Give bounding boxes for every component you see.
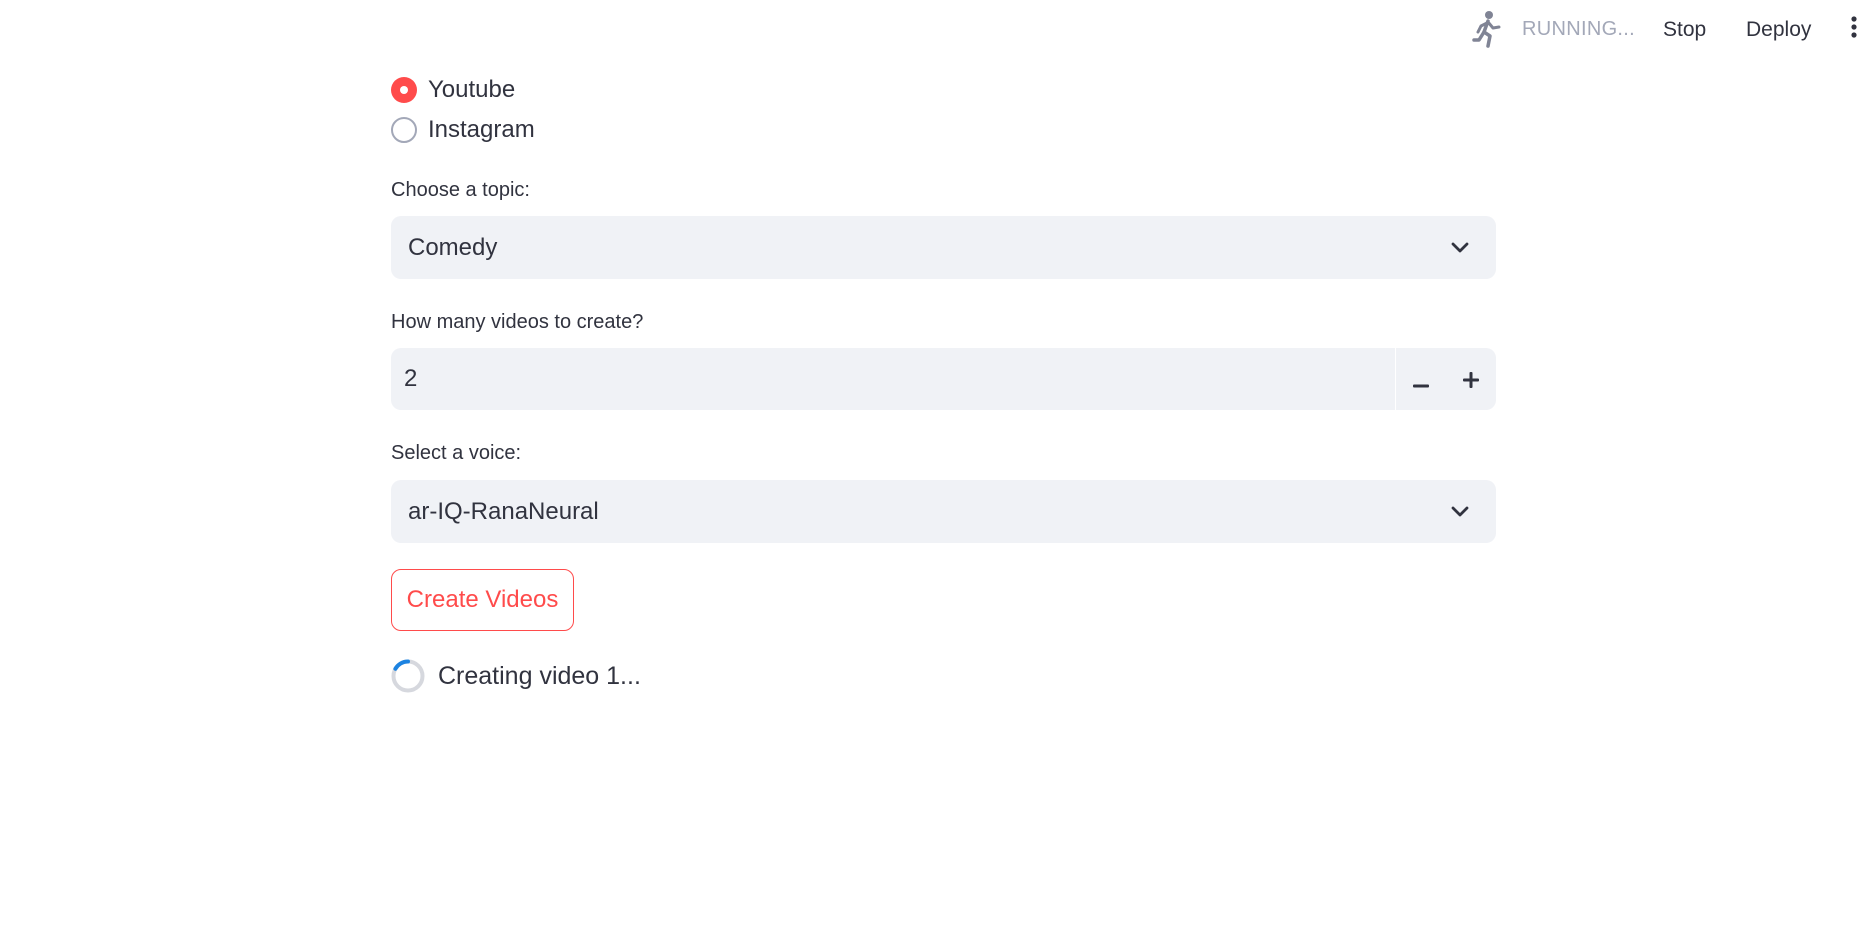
- create-videos-button[interactable]: Create Videos: [391, 569, 574, 631]
- running-status-text: RUNNING...: [1522, 17, 1635, 40]
- loading-spinner-icon: [391, 659, 425, 693]
- decrement-button[interactable]: [1396, 348, 1446, 410]
- deploy-button[interactable]: Deploy: [1746, 12, 1811, 48]
- video-count-label: How many videos to create?: [391, 311, 644, 333]
- video-count-input[interactable]: [391, 348, 1395, 410]
- stop-button[interactable]: Stop: [1663, 12, 1706, 48]
- main-menu-button[interactable]: [1843, 12, 1865, 48]
- plus-icon: [1463, 364, 1479, 395]
- video-count-stepper: [391, 348, 1496, 410]
- voice-label: Select a voice:: [391, 442, 522, 464]
- radio-unselected-icon[interactable]: [391, 117, 417, 143]
- voice-select[interactable]: ar-IQ-RanaNeural: [391, 480, 1496, 543]
- topic-select-value: Comedy: [408, 233, 498, 261]
- running-person-icon: [1470, 9, 1504, 49]
- radio-option-youtube[interactable]: Youtube: [391, 76, 515, 104]
- radio-option-instagram[interactable]: Instagram: [391, 116, 535, 144]
- radio-selected-icon[interactable]: [391, 77, 417, 103]
- progress-status: Creating video 1...: [391, 659, 641, 693]
- chevron-down-icon: [1448, 236, 1472, 260]
- topic-label: Choose a topic:: [391, 179, 530, 201]
- chevron-down-icon: [1448, 500, 1472, 524]
- increment-button[interactable]: [1446, 348, 1496, 410]
- app-header: RUNNING... Stop Deploy: [0, 0, 1867, 60]
- radio-label: Instagram: [428, 116, 535, 143]
- kebab-menu-icon: [1850, 15, 1858, 45]
- minus-icon: [1413, 364, 1429, 395]
- running-status: RUNNING...: [1470, 9, 1635, 49]
- topic-select[interactable]: Comedy: [391, 216, 1496, 279]
- progress-text: Creating video 1...: [438, 661, 641, 690]
- radio-label: Youtube: [428, 76, 516, 103]
- voice-select-value: ar-IQ-RanaNeural: [408, 497, 599, 525]
